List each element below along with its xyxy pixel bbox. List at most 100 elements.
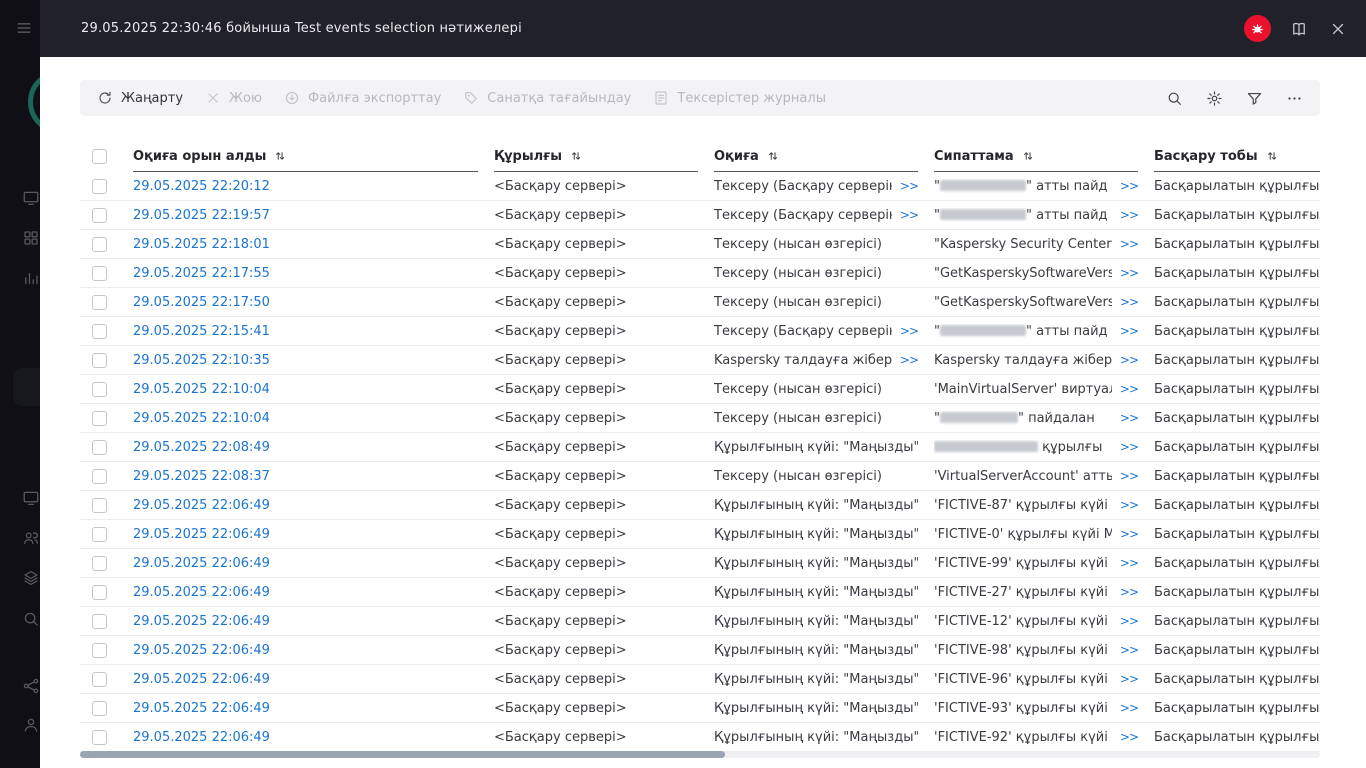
- event-time-link[interactable]: 29.05.2025 22:20:12: [133, 179, 270, 194]
- select-all-checkbox[interactable]: [92, 148, 107, 164]
- expand-link[interactable]: >>: [1112, 556, 1139, 570]
- table-row[interactable]: 29.05.2025 22:17:50 <Басқару сервері> Текс…: [80, 288, 1320, 317]
- row-checkbox[interactable]: [92, 410, 107, 426]
- expand-link[interactable]: >>: [1112, 730, 1139, 744]
- row-checkbox[interactable]: [92, 584, 107, 600]
- event-time-link[interactable]: 29.05.2025 22:06:49: [133, 556, 270, 571]
- column-header-0[interactable]: Оқиға орын алды: [120, 140, 494, 172]
- row-checkbox[interactable]: [92, 642, 107, 658]
- expand-link[interactable]: >>: [1112, 672, 1139, 686]
- filter-button[interactable]: [1234, 80, 1274, 116]
- expand-link[interactable]: >>: [1112, 324, 1139, 338]
- expand-link[interactable]: >>: [1112, 237, 1139, 251]
- expand-link[interactable]: >>: [1112, 643, 1139, 657]
- row-checkbox[interactable]: [92, 323, 107, 339]
- expand-link[interactable]: >>: [1112, 701, 1139, 715]
- scrollbar-thumb[interactable]: [80, 751, 725, 758]
- table-row[interactable]: 29.05.2025 22:20:12 <Басқару сервері> Текс…: [80, 172, 1320, 201]
- row-checkbox[interactable]: [92, 497, 107, 513]
- row-checkbox[interactable]: [92, 207, 107, 223]
- expand-link[interactable]: >>: [892, 208, 919, 222]
- table-row[interactable]: 29.05.2025 22:18:01 <Басқару сервері> Текс…: [80, 230, 1320, 259]
- search-button[interactable]: [1154, 80, 1194, 116]
- table-row[interactable]: 29.05.2025 22:08:37 <Басқару сервері> Текс…: [80, 462, 1320, 491]
- row-checkbox[interactable]: [92, 729, 107, 745]
- event-time-link[interactable]: 29.05.2025 22:10:04: [133, 382, 270, 397]
- expand-link[interactable]: >>: [892, 179, 919, 193]
- row-checkbox[interactable]: [92, 468, 107, 484]
- expand-link[interactable]: >>: [1112, 295, 1139, 309]
- row-checkbox[interactable]: [92, 178, 107, 194]
- table-row[interactable]: 29.05.2025 22:10:04 <Басқару сервері> Текс…: [80, 404, 1320, 433]
- expand-link[interactable]: >>: [1112, 179, 1139, 193]
- row-checkbox[interactable]: [92, 555, 107, 571]
- event-time-link[interactable]: 29.05.2025 22:06:49: [133, 730, 270, 745]
- feedback-button[interactable]: [1244, 15, 1271, 42]
- event-time-link[interactable]: 29.05.2025 22:06:49: [133, 498, 270, 513]
- row-checkbox[interactable]: [92, 439, 107, 455]
- table-row[interactable]: 29.05.2025 22:06:49 <Басқару сервері> Құры…: [80, 491, 1320, 520]
- column-header-2[interactable]: Оқиға: [714, 140, 934, 172]
- table-row[interactable]: 29.05.2025 22:06:49 <Басқару сервері> Құры…: [80, 549, 1320, 578]
- row-checkbox[interactable]: [92, 294, 107, 310]
- event-time-link[interactable]: 29.05.2025 22:08:37: [133, 469, 270, 484]
- help-button[interactable]: [1288, 18, 1310, 40]
- event-time-link[interactable]: 29.05.2025 22:19:57: [133, 208, 270, 223]
- event-time-link[interactable]: 29.05.2025 22:06:49: [133, 643, 270, 658]
- expand-link[interactable]: >>: [1112, 614, 1139, 628]
- close-button[interactable]: [1327, 18, 1349, 40]
- event-time-link[interactable]: 29.05.2025 22:17:50: [133, 295, 270, 310]
- row-checkbox[interactable]: [92, 381, 107, 397]
- expand-link[interactable]: >>: [1112, 440, 1139, 454]
- horizontal-scrollbar[interactable]: [80, 751, 1320, 758]
- event-time-link[interactable]: 29.05.2025 22:06:49: [133, 672, 270, 687]
- row-checkbox[interactable]: [92, 236, 107, 252]
- table-row[interactable]: 29.05.2025 22:10:35 <Басқару сервері> Kasp…: [80, 346, 1320, 375]
- expand-link[interactable]: >>: [1112, 585, 1139, 599]
- table-row[interactable]: 29.05.2025 22:06:49 <Басқару сервері> Құры…: [80, 607, 1320, 636]
- table-row[interactable]: 29.05.2025 22:06:49 <Басқару сервері> Құры…: [80, 578, 1320, 607]
- row-checkbox[interactable]: [92, 352, 107, 368]
- table-row[interactable]: 29.05.2025 22:06:49 <Басқару сервері> Құры…: [80, 665, 1320, 694]
- more-button[interactable]: [1274, 80, 1314, 116]
- event-time-link[interactable]: 29.05.2025 22:06:49: [133, 614, 270, 629]
- expand-link[interactable]: >>: [892, 324, 919, 338]
- table-row[interactable]: 29.05.2025 22:06:49 <Басқару сервері> Құры…: [80, 723, 1320, 752]
- settings-button[interactable]: [1194, 80, 1234, 116]
- column-header-3[interactable]: Сипаттама: [934, 140, 1154, 172]
- event-time-link[interactable]: 29.05.2025 22:15:41: [133, 324, 270, 339]
- expand-link[interactable]: >>: [1112, 353, 1139, 367]
- table-row[interactable]: 29.05.2025 22:17:55 <Басқару сервері> Текс…: [80, 259, 1320, 288]
- expand-link[interactable]: >>: [1112, 382, 1139, 396]
- row-checkbox[interactable]: [92, 265, 107, 281]
- row-checkbox[interactable]: [92, 700, 107, 716]
- table-row[interactable]: 29.05.2025 22:06:49 <Басқару сервері> Құры…: [80, 694, 1320, 723]
- expand-link[interactable]: >>: [1112, 527, 1139, 541]
- event-time-link[interactable]: 29.05.2025 22:10:35: [133, 353, 270, 368]
- table-row[interactable]: 29.05.2025 22:19:57 <Басқару сервері> Текс…: [80, 201, 1320, 230]
- refresh-button[interactable]: Жаңарту: [86, 80, 194, 116]
- event-time-link[interactable]: 29.05.2025 22:10:04: [133, 411, 270, 426]
- event-time-link[interactable]: 29.05.2025 22:08:49: [133, 440, 270, 455]
- row-checkbox[interactable]: [92, 613, 107, 629]
- expand-link[interactable]: >>: [1112, 498, 1139, 512]
- column-header-4[interactable]: Басқару тобы: [1154, 140, 1320, 172]
- event-time-link[interactable]: 29.05.2025 22:18:01: [133, 237, 270, 252]
- expand-link[interactable]: >>: [1112, 469, 1139, 483]
- event-time-link[interactable]: 29.05.2025 22:06:49: [133, 527, 270, 542]
- row-checkbox[interactable]: [92, 526, 107, 542]
- event-time-link[interactable]: 29.05.2025 22:17:55: [133, 266, 270, 281]
- table-row[interactable]: 29.05.2025 22:08:49 <Басқару сервері> Құры…: [80, 433, 1320, 462]
- expand-link[interactable]: >>: [1112, 266, 1139, 280]
- event-time-link[interactable]: 29.05.2025 22:06:49: [133, 701, 270, 716]
- row-checkbox[interactable]: [92, 671, 107, 687]
- event-time-link[interactable]: 29.05.2025 22:06:49: [133, 585, 270, 600]
- table-row[interactable]: 29.05.2025 22:15:41 <Басқару сервері> Текс…: [80, 317, 1320, 346]
- expand-link[interactable]: >>: [892, 353, 919, 367]
- expand-link[interactable]: >>: [1112, 208, 1139, 222]
- column-header-1[interactable]: Құрылғы: [494, 140, 714, 172]
- table-row[interactable]: 29.05.2025 22:06:49 <Басқару сервері> Құры…: [80, 520, 1320, 549]
- expand-link[interactable]: >>: [1112, 411, 1139, 425]
- table-row[interactable]: 29.05.2025 22:06:49 <Басқару сервері> Құры…: [80, 636, 1320, 665]
- table-row[interactable]: 29.05.2025 22:10:04 <Басқару сервері> Текс…: [80, 375, 1320, 404]
